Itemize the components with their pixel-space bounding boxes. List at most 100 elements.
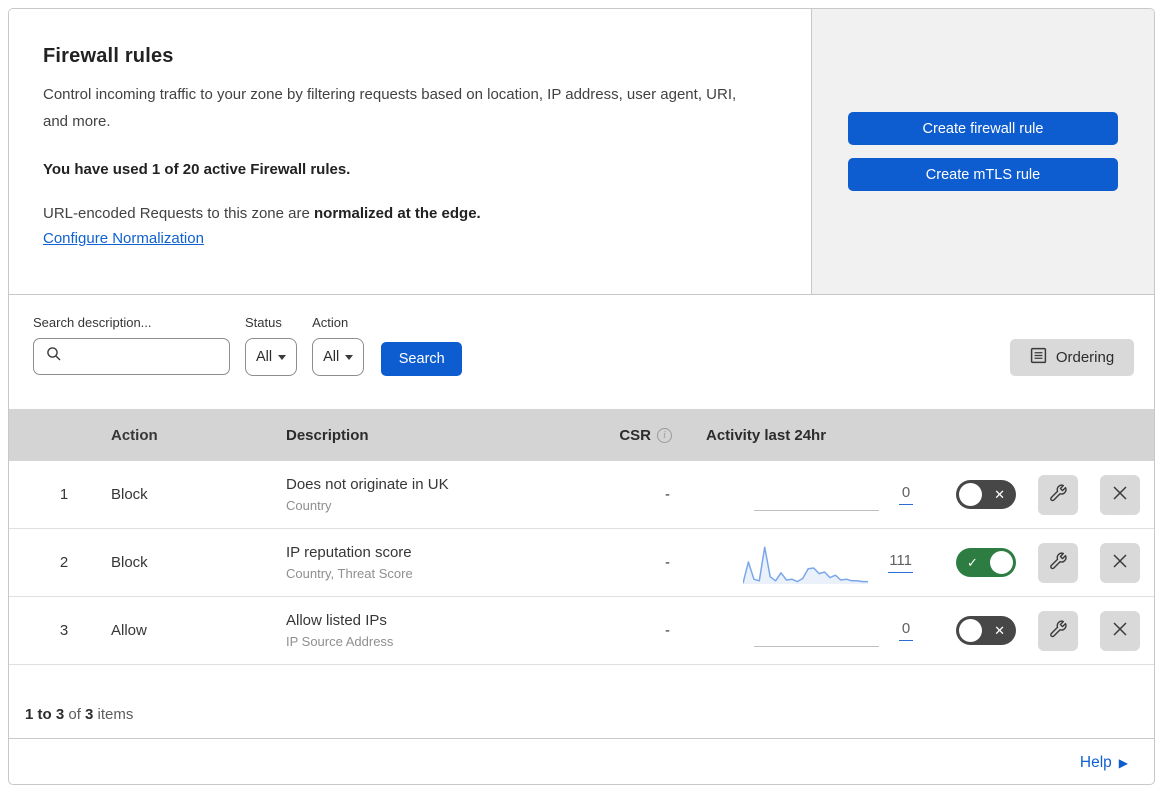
rule-csr-value: - — [665, 486, 670, 503]
rule-edit-cell — [1031, 542, 1085, 583]
wrench-icon — [1048, 483, 1068, 506]
search-icon — [46, 346, 62, 367]
help-bar: Help ▶ — [9, 739, 1154, 784]
rule-description: Allow listed IPs IP Source Address — [286, 612, 616, 649]
search-input-box[interactable] — [33, 338, 230, 375]
pagination-of: of — [64, 706, 86, 723]
firewall-rules-panel: Firewall rules Control incoming traffic … — [8, 8, 1155, 785]
activity-count-link[interactable]: 111 — [888, 552, 913, 573]
header-section: Firewall rules Control incoming traffic … — [9, 9, 1154, 294]
usage-summary: You have used 1 of 20 active Firewall ru… — [43, 161, 351, 178]
status-dropdown-value: All — [256, 349, 273, 365]
rule-description-fields: Country — [286, 498, 332, 513]
rule-enabled-toggle[interactable]: ✓ — [956, 548, 1016, 577]
table-row: 2 Block IP reputation score Country, Thr… — [9, 529, 1154, 597]
status-filter-group: Status All — [245, 315, 298, 376]
column-header-activity: Activity last 24hr — [706, 426, 827, 444]
delete-rule-button[interactable] — [1100, 610, 1140, 651]
rule-description: Does not originate in UK Country — [286, 476, 616, 513]
status-label: Status — [245, 315, 282, 330]
edit-rule-button[interactable] — [1038, 610, 1078, 651]
rule-action: Block — [111, 486, 148, 503]
wrench-icon — [1048, 551, 1068, 574]
status-dropdown[interactable]: All — [245, 338, 298, 376]
table-row: 3 Allow Allow listed IPs IP Source Addre… — [9, 597, 1154, 665]
help-link-label: Help — [1079, 753, 1112, 771]
search-button[interactable]: Search — [381, 342, 463, 376]
close-icon — [1111, 484, 1129, 505]
toggle-knob — [959, 483, 982, 506]
normalization-bold: normalized at the edge. — [314, 205, 481, 222]
rule-edit-cell — [1031, 610, 1085, 651]
ordering-button[interactable]: Ordering — [1010, 339, 1134, 376]
activity-sparkline-chart — [743, 540, 869, 585]
delete-rule-button[interactable] — [1100, 474, 1140, 515]
rule-number: 3 — [59, 622, 69, 639]
csr-header-label: CSR — [619, 426, 651, 444]
table-row: 1 Block Does not originate in UK Country… — [9, 461, 1154, 529]
normalization-prefix: URL-encoded Requests to this zone are — [43, 205, 314, 222]
search-input[interactable] — [70, 348, 220, 365]
rule-description-main: Allow listed IPs — [286, 612, 387, 629]
help-link[interactable]: Help ▶ — [1080, 754, 1128, 772]
edit-rule-button[interactable] — [1038, 542, 1078, 583]
rule-activity-cell: 0 — [686, 608, 941, 653]
search-label: Search description... — [33, 315, 152, 330]
rule-description-main: Does not originate in UK — [286, 476, 449, 493]
rule-toggle-cell: ✓ — [941, 548, 1031, 577]
edit-rule-button[interactable] — [1038, 474, 1078, 515]
info-icon[interactable]: i — [657, 427, 672, 443]
rule-activity-cell: 111 — [686, 540, 941, 585]
action-dropdown[interactable]: All — [312, 338, 365, 376]
rule-number: 2 — [59, 554, 69, 571]
activity-sparkline-flat — [754, 608, 879, 653]
action-dropdown-value: All — [323, 349, 340, 365]
rule-toggle-cell: ✕ — [941, 616, 1031, 645]
delete-rule-button[interactable] — [1100, 542, 1140, 583]
create-firewall-rule-button[interactable]: Create firewall rule — [848, 112, 1118, 145]
pagination-items: items — [93, 706, 134, 723]
action-label: Action — [312, 315, 349, 330]
pagination-summary: 1 to 3 of 3 items — [9, 665, 1154, 739]
rule-description: IP reputation score Country, Threat Scor… — [286, 544, 616, 581]
close-icon — [1111, 552, 1129, 573]
rule-csr-value: - — [665, 554, 670, 571]
ordering-button-label: Ordering — [1055, 349, 1115, 366]
rule-enabled-toggle[interactable]: ✕ — [956, 480, 1016, 509]
page-title: Firewall rules — [43, 45, 174, 67]
rule-edit-cell — [1031, 474, 1085, 515]
wrench-icon — [1048, 619, 1068, 642]
rule-toggle-cell: ✕ — [941, 480, 1031, 509]
search-group: Search description... — [33, 315, 230, 375]
close-icon — [1111, 620, 1129, 641]
rule-action: Block — [111, 554, 148, 571]
toggle-on-check-icon: ✓ — [967, 554, 978, 570]
action-filter-group: Action All — [312, 315, 365, 376]
column-header-description: Description — [286, 426, 369, 444]
rule-activity-cell: 0 — [686, 472, 941, 517]
rule-delete-cell — [1085, 474, 1154, 515]
rule-delete-cell — [1085, 542, 1154, 583]
filter-bar: Search description... Status All Action … — [9, 294, 1154, 409]
column-header-action: Action — [111, 426, 158, 444]
table-header-row: Action Description CSR i Activity last 2… — [9, 409, 1154, 461]
rule-enabled-toggle[interactable]: ✕ — [956, 616, 1016, 645]
chevron-down-icon — [345, 355, 354, 360]
activity-sparkline-flat — [754, 472, 879, 517]
create-mtls-rule-button[interactable]: Create mTLS rule — [848, 158, 1118, 191]
activity-count-link[interactable]: 0 — [899, 620, 913, 641]
toggle-off-x-icon: ✕ — [994, 622, 1005, 638]
rule-delete-cell — [1085, 610, 1154, 651]
chevron-down-icon — [278, 355, 287, 360]
activity-count-link[interactable]: 0 — [899, 484, 913, 505]
rules-table: Action Description CSR i Activity last 2… — [9, 409, 1154, 665]
page-description: Control incoming traffic to your zone by… — [43, 86, 737, 130]
header-text-block: Firewall rules Control incoming traffic … — [9, 9, 811, 294]
actions-panel: Create firewall rule Create mTLS rule — [811, 9, 1154, 294]
rule-description-main: IP reputation score — [286, 544, 412, 561]
configure-normalization-link[interactable]: Configure Normalization — [43, 230, 204, 247]
rule-number: 1 — [59, 486, 69, 503]
toggle-knob — [990, 551, 1013, 574]
rule-description-fields: IP Source Address — [286, 634, 394, 649]
column-header-csr: CSR i — [616, 427, 686, 444]
